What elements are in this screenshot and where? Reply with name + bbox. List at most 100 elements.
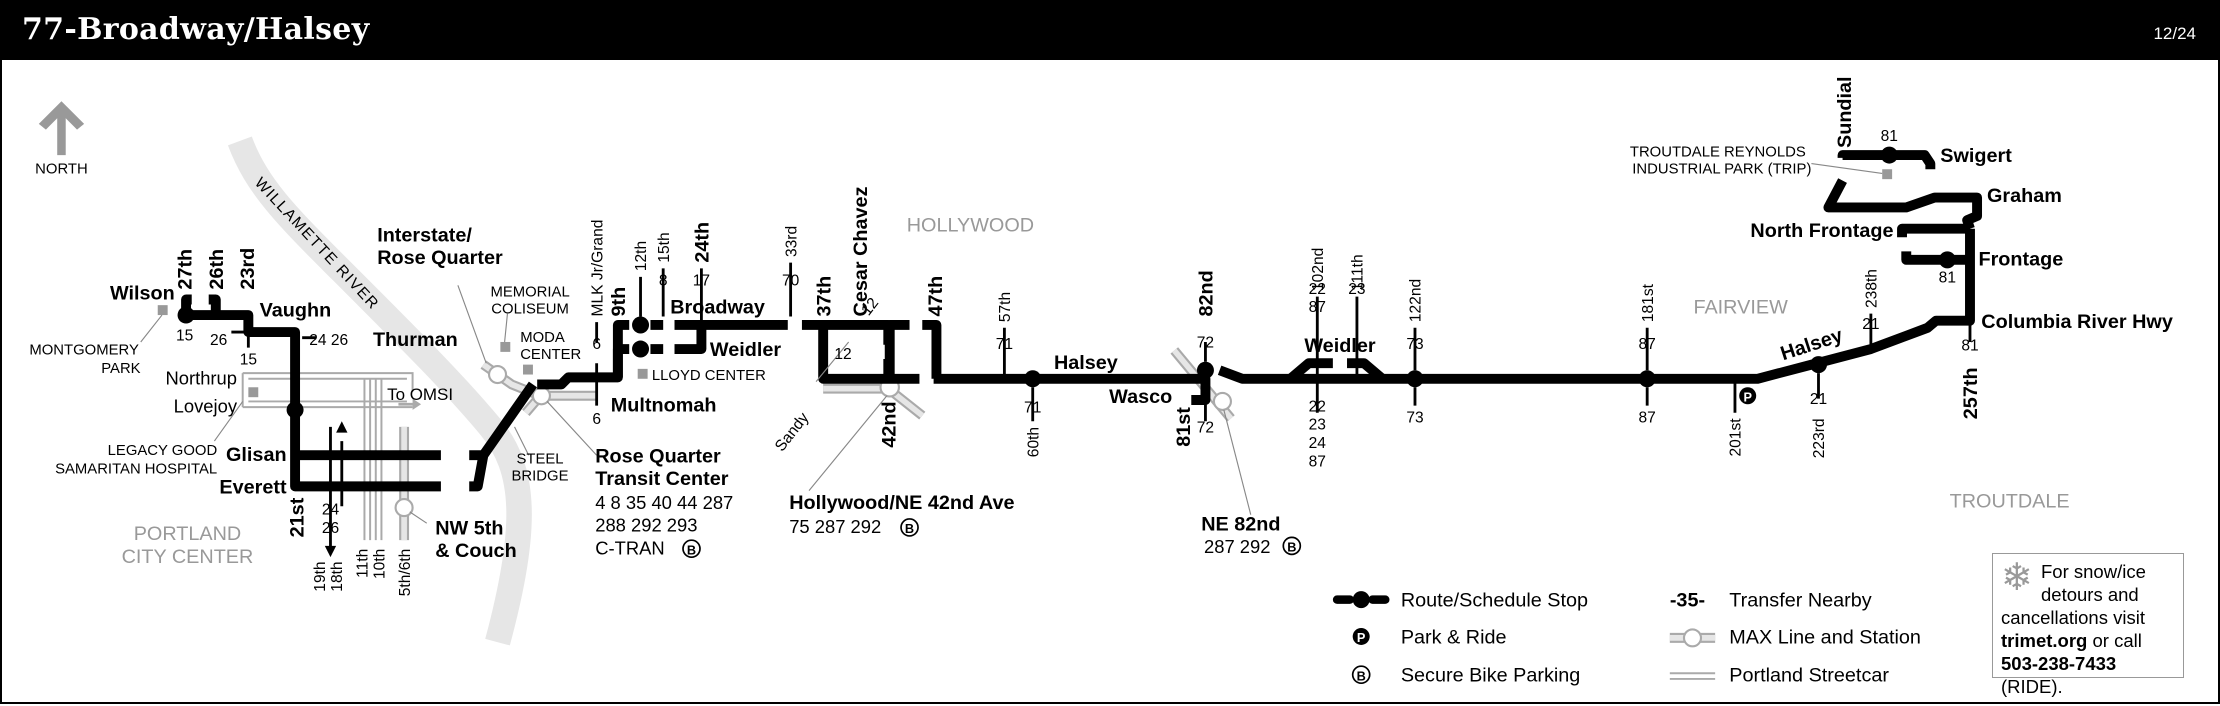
landmark-montgomery-park-icon bbox=[157, 305, 168, 316]
trimet-link[interactable]: trimet.org bbox=[2001, 630, 2087, 651]
svg-text:B: B bbox=[1357, 668, 1366, 683]
landmark-memorial-coliseum-icon bbox=[500, 341, 511, 352]
legend: Route/Schedule Stop P Park & Ride B Secu… bbox=[1332, 590, 1921, 687]
street-18th: 18th bbox=[329, 561, 346, 591]
svg-text:P: P bbox=[1743, 389, 1752, 404]
street-everett: Everett bbox=[219, 476, 287, 498]
legend-transfer-label: Transfer Nearby bbox=[1729, 590, 1871, 612]
street-multnomah: Multnomah bbox=[611, 394, 717, 416]
landmark-lloyd-center-icon bbox=[637, 368, 648, 379]
svg-text:15: 15 bbox=[176, 328, 193, 345]
north-arrow-icon bbox=[38, 101, 85, 156]
landmark-moda-center-icon bbox=[523, 364, 533, 375]
route-77-line bbox=[181, 150, 1983, 492]
street-37th: 37th bbox=[813, 276, 835, 317]
svg-text:21: 21 bbox=[1862, 316, 1879, 333]
street-11th: 11th bbox=[354, 549, 371, 578]
street-halsey: Halsey bbox=[1054, 352, 1118, 374]
max-station-nw5th-icon bbox=[394, 498, 414, 518]
street-weidler: Weidler bbox=[710, 339, 781, 361]
stop-sundial-swigert bbox=[1880, 146, 1898, 164]
svg-text:12: 12 bbox=[834, 346, 851, 363]
svg-text:8: 8 bbox=[659, 272, 668, 289]
area-portland-1: PORTLAND bbox=[134, 523, 242, 545]
route-map: NORTH WILLAMETTE RIVER HOLLYWOOD FAIRVIE… bbox=[29, 76, 2173, 687]
station-rq-lines-1: 4 8 35 40 44 287 bbox=[595, 492, 733, 513]
to-omsi-label: To OMSI bbox=[387, 385, 453, 404]
svg-text:24 26: 24 26 bbox=[309, 332, 348, 349]
note-line-5: (RIDE). bbox=[2001, 676, 2063, 697]
trimet-phone[interactable]: 503-238-7433 bbox=[2001, 653, 2116, 674]
landmark-trip-icon bbox=[1882, 169, 1893, 180]
svg-text:70: 70 bbox=[782, 272, 800, 289]
street-81st: 81st bbox=[1173, 407, 1195, 447]
street-wasco: Wasco bbox=[1109, 386, 1172, 408]
label-legacy-1: LEGACY GOOD bbox=[108, 443, 218, 459]
svg-text:81: 81 bbox=[1961, 337, 1978, 354]
svg-text:26: 26 bbox=[210, 332, 227, 349]
stop-82nd-halsey bbox=[1196, 361, 1214, 379]
legend-max-label: MAX Line and Station bbox=[1729, 627, 1921, 649]
street-201st: 201st bbox=[1728, 418, 1745, 457]
up-arrow-icon bbox=[336, 421, 348, 433]
svg-text:72: 72 bbox=[1197, 420, 1214, 437]
station-rq-lines-3: C-TRAN bbox=[595, 537, 664, 558]
north-label: NORTH bbox=[35, 161, 88, 177]
svg-text:6: 6 bbox=[592, 336, 601, 353]
street-9th: 9th bbox=[608, 287, 630, 317]
street-northrup: Northrup bbox=[165, 367, 237, 388]
note-line-1: For snow/ice bbox=[2041, 561, 2146, 582]
label-steel-2: BRIDGE bbox=[512, 469, 569, 485]
street-10th: 10th bbox=[371, 549, 388, 579]
street-57th: 57th bbox=[997, 292, 1014, 322]
svg-text:81: 81 bbox=[1881, 128, 1898, 145]
label-montgomery-2: PARK bbox=[101, 361, 140, 377]
svg-text:87: 87 bbox=[1639, 410, 1656, 427]
park-ride-icon: P bbox=[1739, 387, 1757, 404]
label-memorial-1: MEMORIAL bbox=[490, 285, 569, 301]
station-nw5-1: NW 5th bbox=[435, 518, 503, 540]
station-nw5-2: & Couch bbox=[435, 540, 516, 562]
svg-text:22: 22 bbox=[1309, 281, 1326, 298]
street-26th: 26th bbox=[206, 249, 228, 290]
stop-60th-halsey bbox=[1024, 370, 1042, 388]
note-line-3: cancellations visit bbox=[2001, 607, 2145, 628]
svg-text:23: 23 bbox=[1348, 281, 1365, 298]
label-trip-1: TROUTDALE REYNOLDS bbox=[1630, 144, 1806, 160]
svg-text:15: 15 bbox=[240, 352, 257, 369]
svg-text:87: 87 bbox=[1309, 299, 1326, 316]
bike-parking-icon: B bbox=[682, 539, 701, 559]
street-19th: 19th bbox=[312, 561, 329, 591]
street-weidler-east: Weidler bbox=[1304, 335, 1375, 357]
street-north-frontage: North Frontage bbox=[1750, 220, 1893, 242]
street-33rd: 33rd bbox=[783, 226, 800, 257]
street-swigert: Swigert bbox=[1940, 145, 2012, 167]
stop-181st-halsey bbox=[1638, 370, 1656, 388]
street-223rd: 223rd bbox=[1811, 418, 1828, 458]
landmark-legacy-icon bbox=[248, 387, 259, 398]
street-27th: 27th bbox=[175, 249, 197, 290]
street-21st: 21st bbox=[287, 497, 309, 537]
svg-text:71: 71 bbox=[1024, 400, 1041, 417]
stop-223rd-halsey bbox=[1809, 356, 1827, 374]
legend-streetcar-icon bbox=[1669, 672, 1716, 680]
svg-text:81: 81 bbox=[1939, 270, 1956, 287]
svg-text:71: 71 bbox=[996, 336, 1013, 353]
street-sandy: Sandy bbox=[772, 409, 813, 454]
station-rq-1: Rose Quarter bbox=[595, 445, 721, 467]
stop-12th-weidler bbox=[632, 340, 650, 358]
bike-parking-icon: B bbox=[900, 518, 919, 537]
stop-12th-broadway bbox=[632, 316, 650, 334]
svg-text:P: P bbox=[1357, 630, 1366, 645]
area-troutdale: TROUTDALE bbox=[1950, 491, 2070, 513]
svg-text:B: B bbox=[905, 521, 914, 536]
svg-text:26: 26 bbox=[322, 520, 339, 537]
label-moda-1: MODA bbox=[520, 330, 565, 346]
area-fairview: FAIRVIEW bbox=[1693, 297, 1788, 319]
stop-21st-lovejoy bbox=[286, 401, 304, 419]
note-line-2: detours and bbox=[2041, 584, 2139, 605]
label-moda-2: CENTER bbox=[520, 347, 581, 363]
label-montgomery-1: MONTGOMERY bbox=[29, 343, 139, 359]
station-hollywood-lines: 75 287 292 bbox=[789, 516, 881, 537]
street-columbia-river-hwy: Columbia River Hwy bbox=[1981, 311, 2173, 333]
